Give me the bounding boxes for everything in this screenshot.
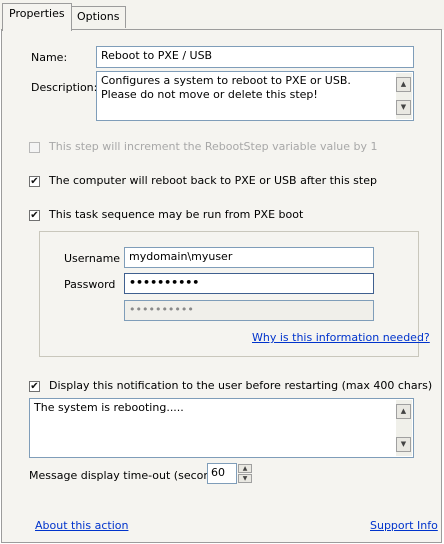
reboot-back-label: The computer will reboot back to PXE or … xyxy=(49,174,377,187)
increment-label: This step will increment the RebootStep … xyxy=(49,140,378,153)
password-label: Password xyxy=(64,278,116,291)
notification-text: The system is rebooting..... xyxy=(34,401,184,414)
description-scrollbar[interactable]: ▲ ▼ xyxy=(396,73,412,119)
password-input[interactable]: •••••••••• xyxy=(124,273,374,294)
notification-scrollbar[interactable]: ▲ ▼ xyxy=(396,400,412,456)
tab-strip: Properties Options xyxy=(0,0,444,31)
scroll-down-icon[interactable]: ▼ xyxy=(396,100,411,115)
timeout-label: Message display time-out (seconds) xyxy=(29,469,228,482)
scroll-up-icon[interactable]: ▲ xyxy=(396,77,411,92)
timeout-input[interactable]: 60 xyxy=(207,463,237,484)
pxe-boot-label: This task sequence may be run from PXE b… xyxy=(49,208,304,221)
notify-label: Display this notification to the user be… xyxy=(49,379,433,392)
description-text: Configures a system to reboot to PXE or … xyxy=(101,74,351,101)
support-info-link[interactable]: Support Info xyxy=(370,519,438,532)
notification-textarea[interactable]: The system is rebooting..... ▲ ▼ xyxy=(29,398,414,458)
username-label: Username xyxy=(64,252,121,265)
reboot-back-checkbox[interactable]: ✔ xyxy=(29,176,40,187)
confirm-password-input: •••••••••• xyxy=(124,300,374,321)
tab-properties[interactable]: Properties xyxy=(2,3,72,31)
notify-checkbox[interactable]: ✔ xyxy=(29,381,40,392)
tab-options[interactable]: Options xyxy=(70,6,127,28)
spin-up-icon[interactable]: ▲ xyxy=(238,464,252,473)
spin-down-icon[interactable]: ▼ xyxy=(238,474,252,483)
name-input[interactable]: Reboot to PXE / USB xyxy=(96,46,414,68)
scroll-down-icon[interactable]: ▼ xyxy=(396,437,411,452)
increment-checkbox xyxy=(29,142,40,153)
properties-panel: Name: Reboot to PXE / USB Description: C… xyxy=(1,29,442,543)
pxe-boot-checkbox[interactable]: ✔ xyxy=(29,210,40,221)
name-label: Name: xyxy=(31,51,68,64)
credentials-group: Username mydomain\myuser Password ••••••… xyxy=(39,231,430,357)
username-input[interactable]: mydomain\myuser xyxy=(124,247,374,268)
scroll-up-icon[interactable]: ▲ xyxy=(396,404,411,419)
description-label: Description: xyxy=(31,81,98,94)
about-action-link[interactable]: About this action xyxy=(35,519,128,532)
why-info-link[interactable]: Why is this information needed? xyxy=(252,331,430,344)
description-input[interactable]: Configures a system to reboot to PXE or … xyxy=(96,71,414,121)
